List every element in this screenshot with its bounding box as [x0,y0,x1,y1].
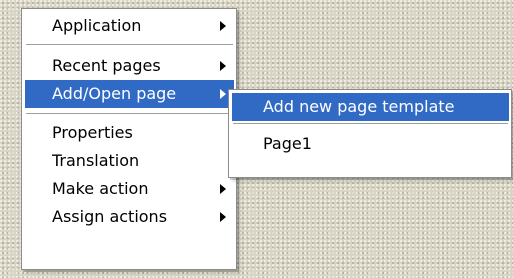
menu-separator [26,44,233,46]
add-open-page-submenu: Add new page template Page1 [228,89,512,178]
menu-item-make-action[interactable]: Make action [25,175,234,203]
menu-item-label: Make action [52,179,149,198]
menu-item-label: Assign actions [52,207,168,226]
menu-item-label: Translation [52,151,140,170]
menu-item-translation[interactable]: Translation [25,147,234,175]
menu-item-label: Recent pages [52,56,161,75]
chevron-right-icon [220,212,226,222]
menu-separator [233,123,508,125]
menu-item-assign-actions[interactable]: Assign actions [25,203,234,231]
menu-item-label: Application [52,16,142,35]
menu-item-add-open-page[interactable]: Add/Open page [25,80,234,108]
submenu-item-add-new-page-template[interactable]: Add new page template [232,93,509,121]
chevron-right-icon [220,61,226,71]
chevron-right-icon [220,184,226,194]
menu-item-label: Add new page template [263,97,455,116]
menu-item-properties[interactable]: Properties [25,119,234,147]
context-menu: Application Recent pages Add/Open page P… [21,8,237,270]
chevron-right-icon [220,89,226,99]
menu-item-label: Add/Open page [52,84,177,103]
menu-item-recent-pages[interactable]: Recent pages [25,52,234,80]
menu-item-label: Properties [52,123,133,142]
chevron-right-icon [220,21,226,31]
menu-item-application[interactable]: Application [25,12,234,40]
menu-separator [26,113,233,115]
submenu-item-page1[interactable]: Page1 [232,130,509,158]
menu-item-label: Page1 [263,134,312,153]
